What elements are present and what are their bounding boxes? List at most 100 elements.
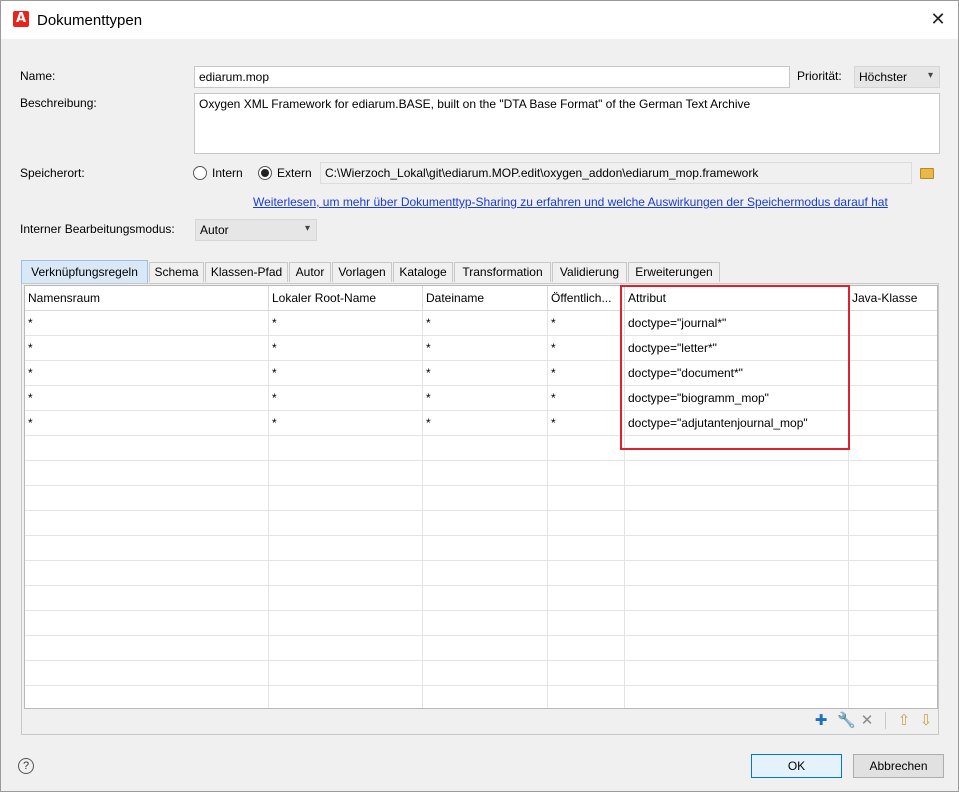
window-title: Dokumenttypen (37, 12, 143, 29)
table-cell (849, 311, 937, 335)
empty-table-cell (625, 586, 849, 610)
folder-icon[interactable] (920, 168, 934, 179)
empty-table-cell (849, 536, 937, 560)
empty-table-row (25, 561, 937, 586)
table-cell: * (548, 386, 625, 410)
empty-table-cell (423, 686, 548, 708)
empty-table-cell (269, 486, 423, 510)
table-cell: * (423, 311, 548, 335)
table-cell: * (548, 361, 625, 385)
empty-table-cell (625, 536, 849, 560)
empty-table-row (25, 686, 937, 708)
empty-table-cell (849, 436, 937, 460)
empty-table-cell (269, 611, 423, 635)
empty-table-cell (25, 586, 269, 610)
edit-mode-value: Autor (200, 223, 229, 237)
priority-select[interactable]: Höchster ▾ (854, 66, 940, 88)
empty-table-cell (269, 536, 423, 560)
empty-table-cell (25, 611, 269, 635)
dialog-window: A Dokumenttypen ✕ Name: ediarum.mop Prio… (0, 0, 959, 792)
empty-table-cell (269, 661, 423, 685)
storage-intern-radio[interactable] (193, 166, 207, 180)
empty-table-cell (548, 436, 625, 460)
tab-schema[interactable]: Schema (149, 262, 204, 282)
empty-table-cell (625, 686, 849, 708)
name-input[interactable]: ediarum.mop (194, 66, 790, 88)
tab-transformation[interactable]: Transformation (454, 262, 551, 282)
column-header[interactable]: Öffentlich... (548, 286, 625, 311)
empty-table-cell (625, 486, 849, 510)
empty-table-cell (548, 686, 625, 708)
empty-table-cell (849, 661, 937, 685)
empty-table-cell (625, 561, 849, 585)
column-header[interactable]: Java-Klasse (849, 286, 937, 311)
sharing-info-link[interactable]: Weiterlesen, um mehr über Dokumenttyp-Sh… (253, 195, 888, 209)
empty-table-cell (423, 511, 548, 535)
empty-table-cell (625, 611, 849, 635)
close-icon[interactable]: ✕ (927, 9, 949, 31)
tab-erweiterungen[interactable]: Erweiterungen (628, 262, 720, 282)
table-cell: * (25, 311, 269, 335)
tab-autor[interactable]: Autor (289, 262, 331, 282)
storage-extern-label: Extern (277, 166, 312, 180)
empty-table-cell (423, 536, 548, 560)
ok-button[interactable]: OK (751, 754, 842, 778)
empty-table-cell (548, 586, 625, 610)
chevron-down-icon: ▾ (927, 70, 933, 81)
empty-table-cell (25, 686, 269, 708)
empty-table-row (25, 586, 937, 611)
table-cell: * (269, 336, 423, 360)
empty-table-row (25, 536, 937, 561)
delete-icon[interactable]: ✕ (859, 712, 875, 728)
tab-verknuepfungsregeln[interactable]: Verknüpfungsregeln (21, 260, 148, 284)
empty-table-cell (423, 586, 548, 610)
edit-icon[interactable]: 🔧 (837, 712, 856, 728)
empty-table-cell (269, 461, 423, 485)
help-icon[interactable]: ? (18, 758, 34, 774)
empty-table-cell (849, 461, 937, 485)
table-cell: * (423, 411, 548, 435)
tab-vorlagen[interactable]: Vorlagen (332, 262, 392, 282)
toolbar-separator (885, 712, 886, 729)
empty-table-cell (548, 636, 625, 660)
storage-label: Speicherort: (20, 166, 85, 180)
empty-table-cell (269, 561, 423, 585)
empty-table-cell (25, 486, 269, 510)
empty-table-cell (625, 511, 849, 535)
table-cell: * (548, 311, 625, 335)
empty-table-cell (25, 511, 269, 535)
move-up-icon[interactable]: ⇧ (896, 712, 912, 728)
tab-validierung[interactable]: Validierung (552, 262, 627, 282)
empty-table-cell (625, 461, 849, 485)
empty-table-cell (25, 561, 269, 585)
column-header[interactable]: Dateiname (423, 286, 548, 311)
storage-intern-label: Intern (212, 166, 243, 180)
move-down-icon[interactable]: ⇩ (918, 712, 934, 728)
cancel-button[interactable]: Abbrechen (853, 754, 944, 778)
empty-table-cell (548, 661, 625, 685)
empty-table-cell (423, 486, 548, 510)
table-cell (849, 361, 937, 385)
column-header[interactable]: Lokaler Root-Name (269, 286, 423, 311)
empty-table-row (25, 661, 937, 686)
table-cell: * (423, 386, 548, 410)
tab-kataloge[interactable]: Kataloge (393, 262, 453, 282)
description-label: Beschreibung: (20, 96, 97, 110)
table-cell: * (25, 386, 269, 410)
description-textarea[interactable]: Oxygen XML Framework for ediarum.BASE, b… (194, 93, 940, 154)
storage-extern-radio[interactable] (258, 166, 272, 180)
chevron-down-icon: ▾ (304, 223, 310, 234)
name-label: Name: (20, 69, 56, 83)
empty-table-cell (269, 436, 423, 460)
tab-klassen-pfad[interactable]: Klassen-Pfad (205, 262, 288, 282)
edit-mode-select[interactable]: Autor ▾ (195, 219, 317, 241)
table-cell: * (269, 386, 423, 410)
table-cell: * (25, 361, 269, 385)
storage-path-field[interactable]: C:\Wierzoch_Lokal\git\ediarum.MOP.edit\o… (320, 162, 912, 184)
column-header[interactable]: Namensraum (25, 286, 269, 311)
add-icon[interactable]: ✚ (813, 712, 829, 728)
empty-table-row (25, 461, 937, 486)
empty-table-cell (548, 461, 625, 485)
empty-table-cell (423, 461, 548, 485)
table-cell: * (25, 336, 269, 360)
